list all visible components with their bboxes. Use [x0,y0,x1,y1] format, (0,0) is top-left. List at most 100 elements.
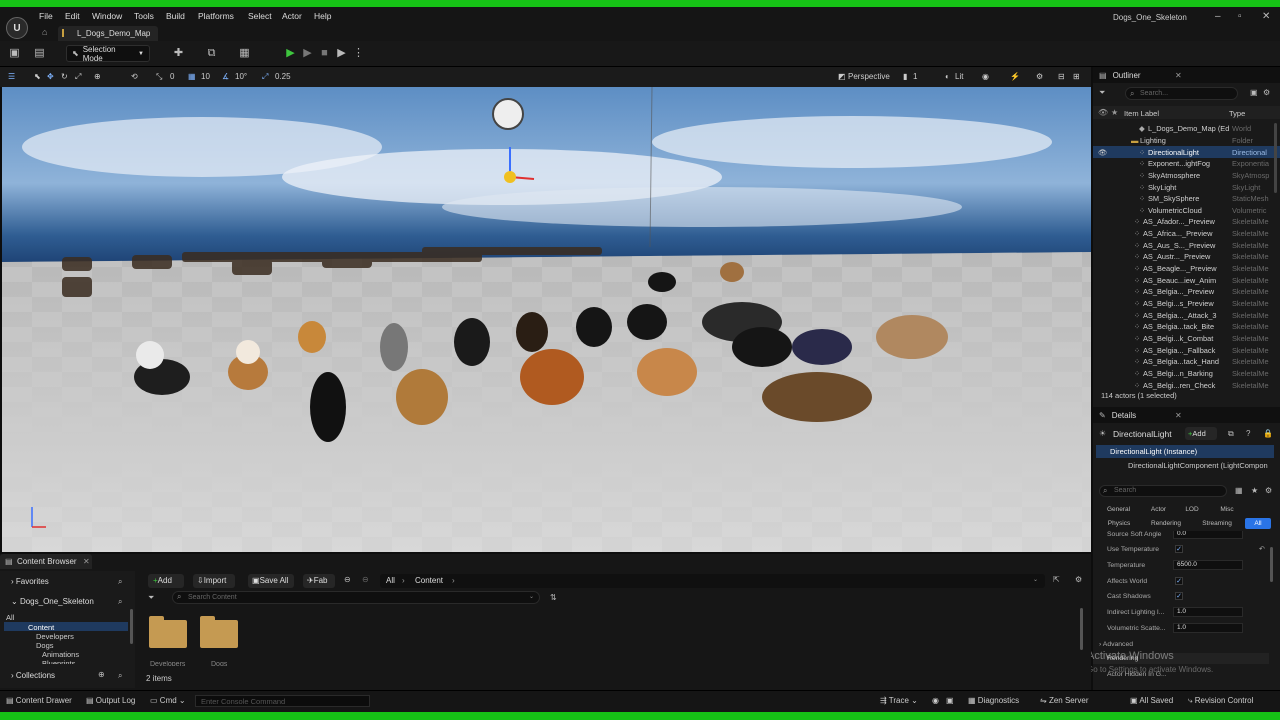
angle-snap-icon[interactable]: ∡ [222,72,229,81]
add-actor-icon[interactable]: ✚ [172,47,185,60]
folder-developers[interactable] [149,616,187,648]
outliner-row[interactable]: ⁘ AS_Belgia...tack_Bite SkeletalMe [1093,321,1280,333]
project-search-icon[interactable]: ⌕ [118,597,122,607]
details-settings-icon[interactable]: ⚙ [1265,486,1272,495]
col-item-label[interactable]: Item Label [1124,109,1159,118]
menu-actor[interactable]: Actor [282,11,302,21]
outliner-row[interactable]: ⁘ AS_Austr..._Preview SkeletalMe [1093,251,1280,263]
filter-general[interactable]: General [1101,504,1136,515]
world-space-icon[interactable]: ⊕ [94,72,101,81]
cb-filter-icon[interactable]: ⏷ [148,593,154,603]
saved-button[interactable]: ▣ All Saved [1130,696,1173,705]
unreal-logo-icon[interactable]: U [6,17,28,39]
map-tab[interactable]: L_Dogs_Demo_Map [58,26,158,41]
folder-dogs[interactable] [200,616,238,648]
actor-name[interactable]: DirectionalLight [1113,429,1172,439]
value-volumetric-scatter[interactable]: 1.0 [1173,623,1243,633]
import-button[interactable]: ⇩Import [193,574,235,588]
outliner-scrollbar[interactable] [1274,123,1277,193]
surface-snap-icon[interactable]: ⟲ [131,72,138,81]
outliner-search[interactable]: ⌕ Search... [1125,87,1238,100]
menu-build[interactable]: Build [166,11,185,21]
tree-content-selected[interactable] [4,622,128,631]
save-all-button[interactable]: ▣Save All [248,574,294,588]
advance-frame-icon[interactable]: ▶ [301,47,314,60]
menu-edit[interactable]: Edit [65,11,80,21]
lock-icon[interactable]: 🔒 [1263,429,1273,438]
value-source-soft-angle[interactable]: 0.0 [1173,531,1243,539]
path-chevron-icon[interactable]: › [452,576,455,585]
details-search[interactable]: ⌕ Search [1099,485,1227,497]
outliner-row[interactable]: ▬ Lighting Folder [1093,135,1280,147]
menu-tools[interactable]: Tools [134,11,154,21]
path-dropdown-icon[interactable]: ⌄ [1033,576,1038,583]
directional-light-icon[interactable] [492,98,524,130]
history-back-icon[interactable]: ⊖ [344,575,351,584]
perspective-dropdown[interactable]: Perspective [848,72,890,81]
level-viewport[interactable] [2,87,1091,552]
scale-snap-value[interactable]: 0.25 [275,72,291,81]
menu-window[interactable]: Window [92,11,122,21]
project-section[interactable]: ⌄ Dogs_One_Skeleton [11,597,94,606]
outliner-settings-icon[interactable]: ⚙ [1263,88,1270,97]
menu-file[interactable]: File [39,11,53,21]
outliner-row[interactable]: ⁘ AS_Belgia..._Preview SkeletalMe [1093,286,1280,298]
move-tool-icon[interactable]: ✥ [47,72,54,81]
angle-snap-value[interactable]: 10° [235,72,247,81]
add-collection-icon[interactable]: ⊕ [98,670,105,679]
add-component-button[interactable]: +Add [1185,427,1217,440]
home-icon[interactable]: ⌂ [42,27,47,37]
dock-icon[interactable]: ⇱ [1053,575,1060,584]
cinematics-icon[interactable]: ▦ [238,47,251,60]
tree-developers[interactable]: Developers [36,632,74,641]
outliner-row[interactable]: ⁘ AS_Africa..._Preview SkeletalMe [1093,228,1280,240]
tree-content[interactable]: Content [28,623,54,632]
reset-icon[interactable]: ↶ [1259,545,1265,553]
transform-gizmo[interactable] [504,171,516,183]
outliner-row[interactable]: ⁘ AS_Afador..._Preview SkeletalMe [1093,216,1280,228]
stop-icon[interactable]: ■ [318,47,331,60]
viewport-layout-icon[interactable]: ⊞ [1073,72,1080,81]
outliner-row[interactable]: ⁘ AS_Belgia..._Attack_3 SkeletalMe [1093,309,1280,321]
content-browser-tab[interactable]: ▤ Content Browser ✕ [0,554,92,569]
outliner-row[interactable]: ⁘ AS_Beagle..._Preview SkeletalMe [1093,263,1280,275]
trace-dropdown[interactable]: ⇶ Trace ⌄ [880,696,918,705]
close-tab-icon[interactable]: ✕ [1175,71,1182,80]
sort-icon[interactable]: ⇅ [550,593,557,602]
outliner-row[interactable]: ⁘ AS_Belgi...k_Combat SkeletalMe [1093,333,1280,345]
screenshot-icon[interactable]: ▣ [946,696,954,705]
tree-blueprints[interactable]: Blueprints [42,659,75,664]
rotate-tool-icon[interactable]: ↻ [61,72,68,81]
outliner-row[interactable]: ⁘ AS_Belgi...ren_Check SkeletalMe [1093,379,1280,391]
menu-select[interactable]: Select [248,11,272,21]
outliner-row[interactable]: ⁘ AS_Belgi...n_Barking SkeletalMe [1093,368,1280,380]
revision-control-button[interactable]: ⤷ Revision Control [1188,696,1253,706]
scale-snap-icon[interactable]: ⤢ [262,72,268,82]
grid-snap-icon[interactable]: ▦ [188,72,196,81]
collections-section[interactable]: › Collections [11,671,55,680]
blueprint-icon[interactable]: ⧉ [205,47,218,60]
history-forward-icon[interactable]: ⊖ [362,575,369,584]
close-details-icon[interactable]: ✕ [1175,411,1182,420]
outliner-tab[interactable]: ▤ Outliner ✕ [1093,67,1280,83]
camera-speed[interactable]: 1 [913,72,917,81]
help-icon[interactable]: ? [1246,429,1250,438]
filter-physics[interactable]: Physics [1101,518,1137,529]
content-drawer-button[interactable]: ▤ Content Drawer [6,696,72,705]
show-flags-icon[interactable]: ◉ [982,72,989,81]
value-temperature[interactable]: 6500.0 [1173,560,1243,570]
save-icon[interactable]: ▣ [8,47,21,60]
details-scrollbar[interactable] [1270,547,1273,582]
cast-shadows-checkbox[interactable]: ✓ [1175,592,1183,600]
layout-icon[interactable]: ⊟ [1058,72,1065,81]
tree-dogs[interactable]: Dogs [36,641,54,650]
outliner-row[interactable]: ⁘ AS_Beauc...iew_Anim SkeletalMe [1093,274,1280,286]
fab-button[interactable]: ✈Fab [303,574,335,588]
filter-misc[interactable]: Misc [1211,504,1243,515]
outliner-row[interactable]: ⁘ AS_Aus_S..._Preview SkeletalMe [1093,240,1280,252]
tree-all[interactable]: All [6,613,14,622]
more-options-icon[interactable]: ⋮ [352,47,365,60]
lit-dropdown[interactable]: Lit [955,72,963,81]
play-icon[interactable]: ▶ [284,47,297,60]
filter-icon[interactable]: ⏷ [1099,88,1105,98]
